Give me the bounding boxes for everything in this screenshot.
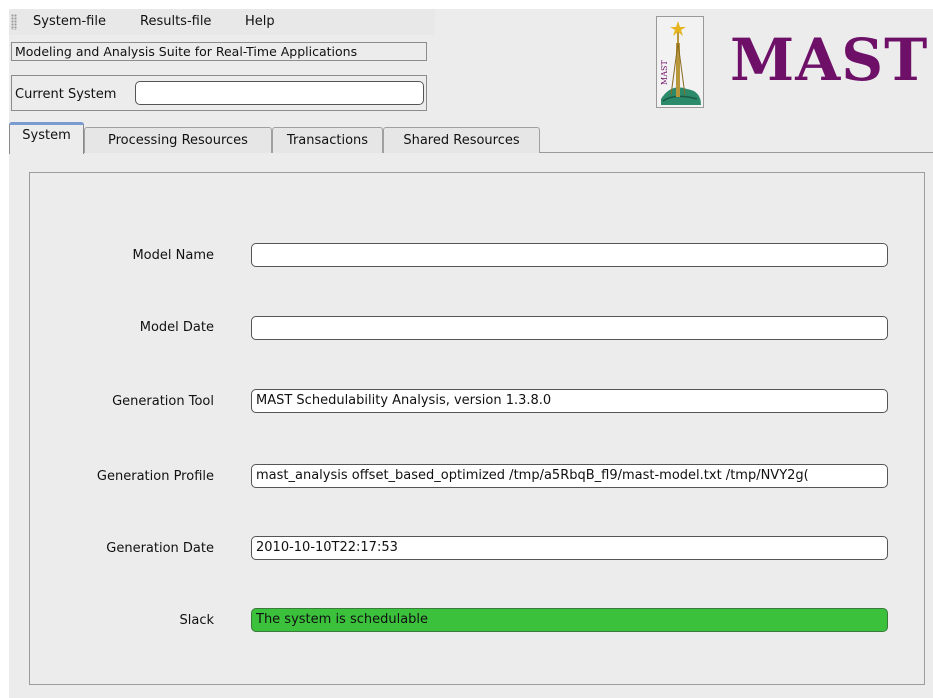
mast-logo-image: MAST xyxy=(656,16,704,108)
model-date-label: Model Date xyxy=(139,320,214,335)
logo-image-text: MAST xyxy=(660,60,669,85)
slack-label: Slack xyxy=(179,613,214,628)
model-name-field[interactable] xyxy=(251,243,888,267)
model-name-label: Model Name xyxy=(132,248,214,263)
tab-processing-resources[interactable]: Processing Resources xyxy=(84,127,272,153)
suite-title: Modeling and Analysis Suite for Real-Tim… xyxy=(11,42,427,61)
menu-bar: System-file Results-file Help xyxy=(9,9,435,35)
generation-profile-field[interactable]: mast_analysis offset_based_optimized /tm… xyxy=(251,464,888,488)
generation-profile-label: Generation Profile xyxy=(96,469,214,484)
tab-system[interactable]: System xyxy=(9,122,84,154)
main-window: System-file Results-file Help Modeling a… xyxy=(9,9,933,698)
generation-tool-label: Generation Tool xyxy=(112,394,214,409)
current-system-label: Current System xyxy=(15,87,117,102)
menu-system-file[interactable]: System-file xyxy=(33,14,106,29)
menu-results-file[interactable]: Results-file xyxy=(140,14,211,29)
current-system-field[interactable] xyxy=(135,81,424,105)
slack-field[interactable]: The system is schedulable xyxy=(251,608,888,632)
mast-logo-text: MAST xyxy=(730,26,929,94)
mast-tower-icon: MAST xyxy=(657,17,703,107)
generation-date-label: Generation Date xyxy=(106,541,214,556)
model-date-field[interactable] xyxy=(251,316,888,340)
generation-date-field[interactable]: 2010-10-10T22:17:53 xyxy=(251,536,888,560)
menu-help[interactable]: Help xyxy=(245,14,275,29)
toolbar-grip-handle[interactable] xyxy=(11,14,17,30)
generation-tool-field[interactable]: MAST Schedulability Analysis, version 1.… xyxy=(251,389,888,413)
tab-transactions[interactable]: Transactions xyxy=(272,127,383,153)
system-panel: Model Name Model Date Generation Tool MA… xyxy=(29,172,925,685)
tab-shared-resources[interactable]: Shared Resources xyxy=(383,127,540,153)
